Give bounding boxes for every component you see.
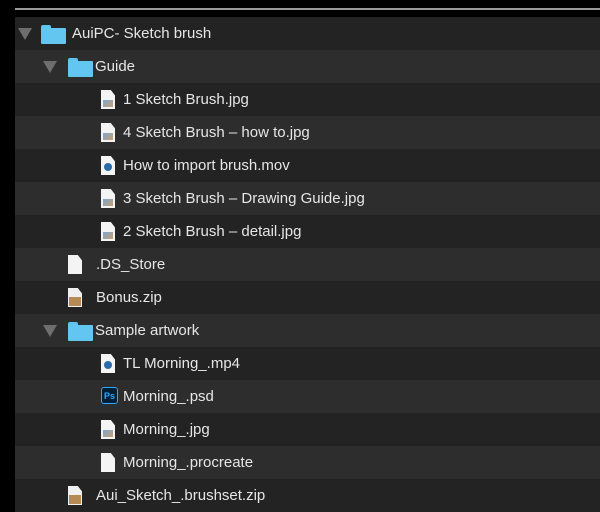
- tree-row[interactable]: How to import brush.mov: [15, 149, 600, 182]
- video-file-icon: [101, 156, 115, 175]
- zip-archive-icon: [68, 486, 82, 505]
- tree-row[interactable]: TL Morning_.mp4: [15, 347, 600, 380]
- folder-icon: [68, 322, 93, 341]
- item-name: Sample artwork: [95, 322, 200, 339]
- item-name: Bonus.zip: [96, 289, 162, 306]
- tree-row[interactable]: Morning_.procreate: [15, 446, 600, 479]
- folder-icon: [41, 25, 66, 44]
- tree-row[interactable]: Aui_Sketch_.brushset.zip: [15, 479, 600, 512]
- image-file-icon: [101, 189, 115, 208]
- image-file-icon: [101, 90, 115, 109]
- item-name: Guide: [95, 58, 136, 75]
- item-name: How to import brush.mov: [123, 157, 290, 174]
- tree-row[interactable]: 1 Sketch Brush.jpg: [15, 83, 600, 116]
- item-name: Aui_Sketch_.brushset.zip: [96, 487, 266, 504]
- document-icon: [101, 453, 115, 472]
- item-name: .DS_Store: [96, 256, 166, 273]
- item-name: 3 Sketch Brush – Drawing Guide.jpg: [123, 190, 365, 207]
- video-file-icon: [101, 354, 115, 373]
- disclosure-triangle-icon[interactable]: [18, 28, 32, 40]
- tree-row[interactable]: 3 Sketch Brush – Drawing Guide.jpg: [15, 182, 600, 215]
- disclosure-triangle-icon[interactable]: [43, 61, 57, 73]
- item-name: AuiPC- Sketch brush: [72, 25, 212, 42]
- tree-row[interactable]: Ps Morning_.psd: [15, 380, 600, 413]
- item-name: 2 Sketch Brush – detail.jpg: [123, 223, 302, 240]
- item-name: Morning_.procreate: [123, 454, 254, 471]
- image-file-icon: [101, 420, 115, 439]
- folder-icon: [68, 58, 93, 77]
- disclosure-triangle-icon[interactable]: [43, 325, 57, 337]
- item-name: Morning_.jpg: [123, 421, 210, 438]
- tree-row[interactable]: AuiPC- Sketch brush: [15, 17, 600, 50]
- zip-archive-icon: [68, 288, 82, 307]
- image-file-icon: [101, 222, 115, 241]
- item-name: Morning_.psd: [123, 388, 214, 405]
- tree-row[interactable]: Bonus.zip: [15, 281, 600, 314]
- photoshop-file-icon: Ps: [101, 387, 118, 404]
- header-divider: [15, 8, 600, 10]
- item-name: 1 Sketch Brush.jpg: [123, 91, 249, 108]
- tree-row[interactable]: Sample artwork: [15, 314, 600, 347]
- tree-row[interactable]: .DS_Store: [15, 248, 600, 281]
- tree-row[interactable]: Guide: [15, 50, 600, 83]
- document-icon: [68, 255, 82, 274]
- tree-row[interactable]: 4 Sketch Brush – how to.jpg: [15, 116, 600, 149]
- tree-row[interactable]: 2 Sketch Brush – detail.jpg: [15, 215, 600, 248]
- file-tree: AuiPC- Sketch brush Guide 1 Sketch Brush.j…: [15, 17, 600, 512]
- item-name: 4 Sketch Brush – how to.jpg: [123, 124, 310, 141]
- tree-row[interactable]: Morning_.jpg: [15, 413, 600, 446]
- item-name: TL Morning_.mp4: [123, 355, 240, 372]
- image-file-icon: [101, 123, 115, 142]
